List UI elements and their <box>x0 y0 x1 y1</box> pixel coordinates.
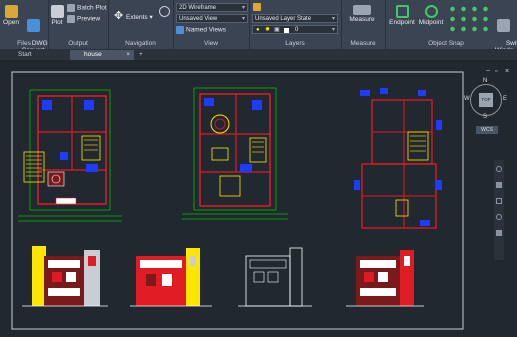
object-snap-panel-label: Object Snap <box>428 40 464 47</box>
batch-plot-button[interactable]: Batch Plot <box>67 4 107 12</box>
endpoint-icon <box>395 5 409 18</box>
elevation-front <box>22 246 108 307</box>
tab-start-label: Start <box>18 51 32 58</box>
measure-panel-label: Measure <box>350 40 376 47</box>
midpoint-icon <box>424 5 438 18</box>
ribbon: Open DWG Convert Files Plot Batch Plot P… <box>0 0 517 54</box>
output-panel: Plot Batch Plot Preview Output <box>48 0 109 49</box>
dwg-convert-icon <box>26 19 40 32</box>
orbit-nav-icon[interactable] <box>496 214 502 220</box>
wcs-menu[interactable]: WCS <box>476 126 498 134</box>
layer-color-swatch <box>284 28 289 33</box>
snap-grid-icon[interactable] <box>447 4 492 34</box>
visual-style-select[interactable]: 2D Wireframe <box>176 3 248 12</box>
measure-label: Measure <box>349 16 375 23</box>
elevation-outline <box>238 247 312 307</box>
add-tab-button[interactable]: + <box>135 50 149 60</box>
wcs-label: WCS <box>481 127 493 133</box>
navigation-panel: ✥ Extents ▾ Navigation <box>108 0 174 49</box>
midpoint-label: Midpoint <box>418 19 444 26</box>
floor-plan-first <box>182 87 288 220</box>
ruler-icon <box>353 5 371 15</box>
compass-north[interactable]: N <box>483 78 487 84</box>
measure-panel: Measure Measure <box>341 0 386 49</box>
layer-value: 0 <box>295 27 299 33</box>
pan-icon[interactable]: ✥ <box>114 9 123 22</box>
drawing-canvas[interactable]: − ▫ × TOP N S W E WCS <box>0 60 517 337</box>
close-icon: × <box>505 68 510 75</box>
plot-label: Plot <box>51 19 63 26</box>
extents-button[interactable]: Extents ▾ <box>126 13 153 21</box>
pan-nav-icon[interactable] <box>496 182 502 188</box>
navigation-bar <box>494 160 504 260</box>
printer-icon <box>50 5 64 18</box>
layer-properties-icon[interactable] <box>253 3 261 11</box>
restore-icon: ▫ <box>495 68 498 75</box>
plot-button[interactable]: Plot <box>50 5 64 26</box>
lock-icon: ▣ <box>274 27 280 33</box>
extents-label: Extents <box>126 14 148 21</box>
floor-plan-ground <box>18 89 122 222</box>
midpoint-button[interactable]: Midpoint <box>417 5 445 26</box>
measure-button[interactable]: Measure <box>344 5 380 23</box>
endpoint-label: Endpoint <box>389 19 415 26</box>
steering-wheel-icon[interactable] <box>496 166 502 172</box>
named-views-label: Named Views <box>186 26 226 34</box>
layers-panel: Unsaved Layer State ● ✹ ▣ 0 Layers <box>249 0 342 49</box>
visual-style-value: 2D Wireframe <box>179 5 217 11</box>
layer-state-value: Unsaved Layer State <box>255 16 312 22</box>
minimize-icon: − <box>486 68 491 75</box>
named-views-icon <box>176 26 184 34</box>
lightbulb-icon: ● <box>256 27 260 33</box>
view-select[interactable]: Unsaved View <box>176 14 248 23</box>
navigation-panel-label: Navigation <box>125 40 156 47</box>
preview-label: Preview <box>77 15 101 23</box>
folder-icon <box>4 5 18 18</box>
switch-windows-icon <box>497 19 510 32</box>
elevation-side <box>130 248 212 307</box>
restore-button[interactable]: ▫ <box>495 68 497 75</box>
compass-south[interactable]: S <box>483 114 487 120</box>
named-views-button[interactable]: Named Views <box>176 26 226 34</box>
zoom-nav-icon[interactable] <box>496 198 502 204</box>
add-tab-label: + <box>139 51 143 58</box>
drawing-svg <box>11 71 464 330</box>
files-panel: Open DWG Convert Files <box>0 0 49 54</box>
view-panel: 2D Wireframe Unsaved View Named Views Vi… <box>173 0 250 49</box>
files-panel-label: Files <box>17 40 31 47</box>
compass-west[interactable]: W <box>464 96 470 102</box>
sun-icon: ✹ <box>265 27 271 33</box>
viewcube-top-face[interactable]: TOP <box>479 93 493 107</box>
elevation-rear <box>346 250 424 307</box>
floor-plan-second <box>354 88 442 229</box>
compass-east[interactable]: E <box>503 96 507 102</box>
viewcube[interactable]: TOP N S W E <box>464 78 507 120</box>
document-tabs: Start house × + <box>0 49 517 60</box>
output-panel-label: Output <box>68 40 88 47</box>
preview-icon <box>67 15 75 23</box>
close-icon[interactable]: × <box>126 50 130 60</box>
batch-plot-label: Batch Plot <box>77 4 107 12</box>
close-button[interactable]: × <box>505 68 509 75</box>
object-snap-panel: Endpoint Midpoint Switc Windo Object Sna… <box>385 0 517 54</box>
view-value: Unsaved View <box>179 16 218 22</box>
open-label: Open <box>3 19 19 26</box>
layers-panel-label: Layers <box>285 40 305 47</box>
open-button[interactable]: Open <box>3 5 19 26</box>
orbit-icon[interactable] <box>159 6 170 17</box>
showmotion-icon[interactable] <box>496 230 502 236</box>
layer-select[interactable]: ● ✹ ▣ 0 <box>252 25 338 34</box>
chevron-down-icon: ▾ <box>149 14 153 21</box>
view-panel-label: View <box>204 40 218 47</box>
tab-start[interactable]: Start <box>4 50 68 60</box>
endpoint-button[interactable]: Endpoint <box>388 5 416 26</box>
layer-state-select[interactable]: Unsaved Layer State <box>252 14 338 23</box>
batch-plot-icon <box>67 4 75 12</box>
preview-button[interactable]: Preview <box>67 15 100 23</box>
tab-house-label: house <box>84 51 102 58</box>
viewcube-top-label: TOP <box>481 97 491 102</box>
tab-house[interactable]: house × <box>70 50 134 60</box>
minimize-button[interactable]: − <box>486 68 490 75</box>
